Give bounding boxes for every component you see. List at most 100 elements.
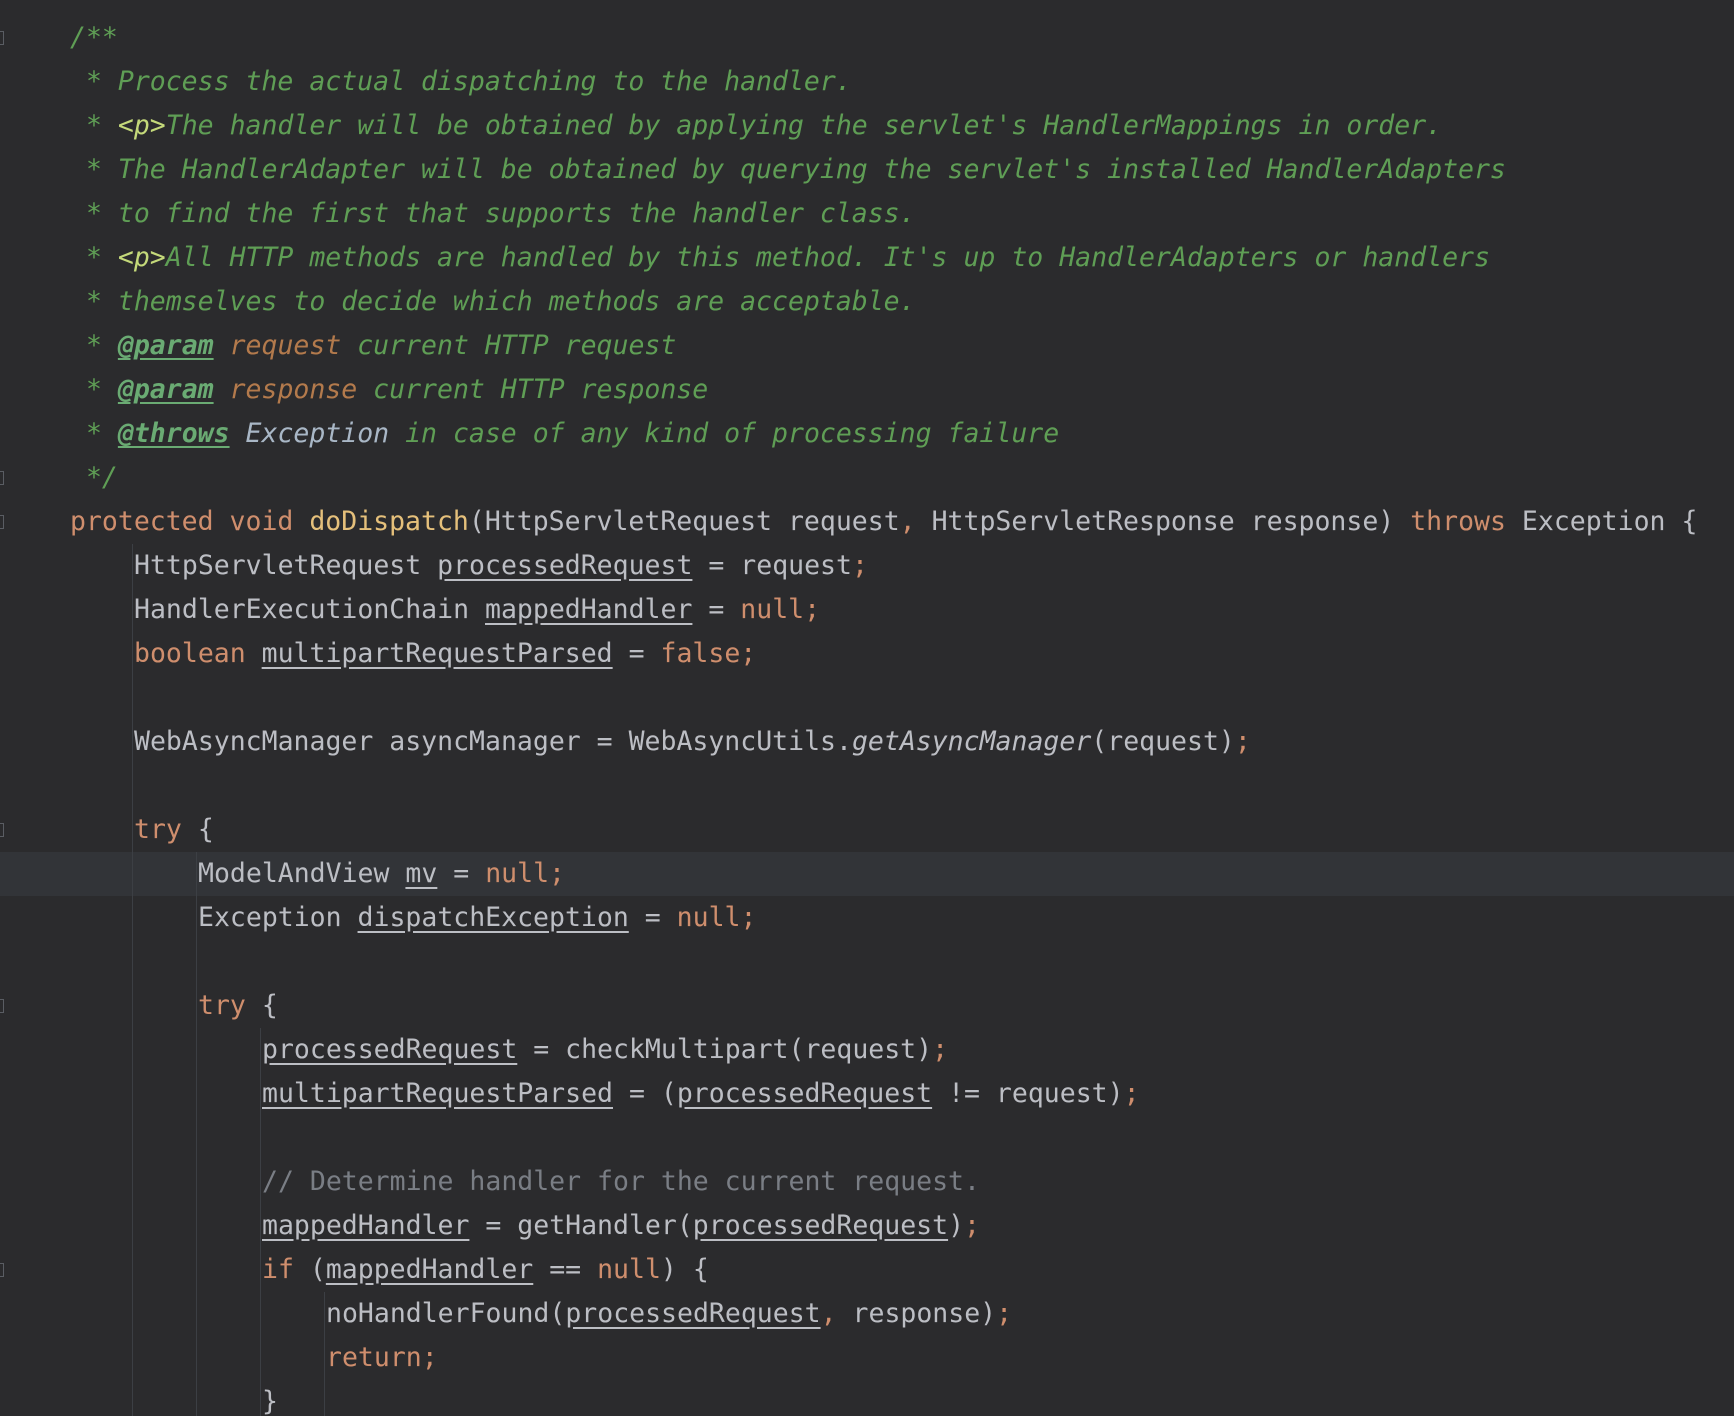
code-token: = checkMultipart(request) — [517, 1034, 933, 1065]
code-token: null — [597, 1254, 661, 1285]
code-line[interactable]: HttpServletRequest processedRequest = re… — [134, 544, 868, 588]
code-token: ModelAndView — [198, 858, 406, 889]
code-token: processedRequest — [565, 1298, 821, 1329]
fold-marker-icon[interactable] — [0, 999, 4, 1013]
code-token: try — [134, 814, 198, 845]
code-token: /** — [70, 22, 118, 53]
fold-marker-icon[interactable] — [0, 471, 4, 485]
code-token: false; — [660, 638, 757, 669]
code-token: @param — [117, 374, 214, 405]
code-token: multipartRequestParsed — [262, 1078, 613, 1109]
code-token: <p> — [117, 110, 166, 141]
code-token: @throws — [117, 418, 230, 449]
code-line[interactable]: * <p>The handler will be obtained by app… — [70, 104, 1442, 148]
code-line[interactable]: * The HandlerAdapter will be obtained by… — [70, 148, 1506, 192]
code-token: Exception — [245, 418, 390, 449]
code-token: doDispatch — [309, 506, 469, 537]
code-line[interactable]: */ — [70, 456, 118, 500]
code-line[interactable]: WebAsyncManager asyncManager = WebAsyncU… — [134, 720, 1251, 764]
code-token: try — [198, 990, 262, 1021]
code-token: (request) — [1091, 726, 1235, 757]
code-token: ; — [996, 1298, 1013, 1329]
code-token: All HTTP methods are handled by this met… — [165, 242, 1490, 273]
code-token: , — [820, 1298, 853, 1329]
code-token: (HttpServletRequest request — [468, 506, 900, 537]
code-token: getAsyncManager — [851, 726, 1092, 757]
code-token: = getHandler( — [469, 1210, 693, 1241]
code-line[interactable]: return; — [326, 1336, 438, 1380]
code-token: WebAsyncManager asyncManager = WebAsyncU… — [134, 726, 852, 757]
code-line[interactable]: * @param request current HTTP request — [70, 324, 676, 368]
code-line[interactable]: processedRequest = checkMultipart(reques… — [262, 1028, 948, 1072]
code-token: null; — [676, 902, 757, 933]
code-token: return; — [326, 1342, 438, 1373]
fold-marker-icon[interactable] — [0, 1263, 4, 1277]
code-line[interactable]: try { — [134, 808, 214, 852]
code-token: mv — [405, 858, 438, 889]
fold-marker-icon[interactable] — [0, 31, 4, 45]
code-line[interactable]: /** — [70, 16, 118, 60]
code-line[interactable]: try { — [198, 984, 278, 1028]
code-token: = — [612, 638, 661, 669]
indent-guide — [196, 852, 197, 1416]
code-line[interactable]: ModelAndView mv = null; — [198, 852, 565, 896]
indent-guide — [132, 544, 133, 1416]
code-token: * — [70, 330, 118, 361]
code-token: response — [229, 374, 358, 405]
code-line[interactable]: * to find the first that supports the ha… — [70, 192, 916, 236]
code-token: ) { — [660, 1254, 709, 1285]
code-line[interactable]: * Process the actual dispatching to the … — [70, 60, 852, 104]
code-token: = — [437, 858, 486, 889]
code-token: != request) — [932, 1078, 1124, 1109]
code-token: current HTTP request — [341, 330, 677, 361]
code-token: processedRequest — [676, 1078, 933, 1109]
fold-marker-icon[interactable] — [0, 515, 4, 529]
code-line[interactable]: } — [262, 1380, 278, 1416]
code-token: { — [197, 814, 214, 845]
code-token: HttpServletRequest — [134, 550, 438, 581]
code-line[interactable]: * @param response current HTTP response — [70, 368, 708, 412]
code-token: processedRequest — [692, 1210, 949, 1241]
code-token: HttpServletResponse response) — [931, 506, 1411, 537]
code-token: null; — [740, 594, 821, 625]
code-token: { — [261, 990, 278, 1021]
indent-guide — [324, 1292, 325, 1416]
code-line[interactable]: * <p>All HTTP methods are handled by thi… — [70, 236, 1490, 280]
code-token: = — [628, 902, 677, 933]
code-line[interactable]: * themselves to decide which methods are… — [70, 280, 916, 324]
code-token: dispatchException — [357, 902, 629, 933]
code-token: ( — [309, 1254, 326, 1285]
code-token: } — [262, 1386, 278, 1416]
code-editor[interactable]: /** * Process the actual dispatching to … — [0, 0, 1734, 1416]
code-token: * themselves to decide which methods are… — [70, 286, 916, 317]
code-token: processedRequest — [437, 550, 693, 581]
code-token: * The HandlerAdapter will be obtained by… — [70, 154, 1506, 185]
code-line[interactable]: noHandlerFound(processedRequest, respons… — [326, 1292, 1012, 1336]
code-line[interactable]: Exception dispatchException = null; — [198, 896, 756, 940]
code-line[interactable]: if (mappedHandler == null) { — [262, 1248, 709, 1292]
code-token: <p> — [117, 242, 166, 273]
code-token: mappedHandler — [485, 594, 693, 625]
code-line[interactable]: // Determine handler for the current req… — [262, 1160, 980, 1204]
code-token: multipartRequestParsed — [261, 638, 613, 669]
code-token: * — [70, 242, 118, 273]
code-line[interactable]: * @throws Exception in case of any kind … — [70, 412, 1059, 456]
code-token: ; — [851, 550, 868, 581]
code-line[interactable]: multipartRequestParsed = (processedReque… — [262, 1072, 1140, 1116]
code-token: throws — [1410, 506, 1522, 537]
fold-gutter — [0, 0, 14, 1416]
code-line[interactable]: HandlerExecutionChain mappedHandler = nu… — [134, 588, 820, 632]
code-token: mappedHandler — [262, 1210, 470, 1241]
code-token: ; — [1234, 726, 1251, 757]
code-line[interactable]: protected void doDispatch(HttpServletReq… — [70, 500, 1697, 544]
code-line[interactable]: boolean multipartRequestParsed = false; — [134, 632, 756, 676]
code-token: = request — [692, 550, 852, 581]
code-token: The handler will be obtained by applying… — [165, 110, 1443, 141]
code-line[interactable]: mappedHandler = getHandler(processedRequ… — [262, 1204, 980, 1248]
fold-marker-icon[interactable] — [0, 823, 4, 837]
code-token: * Process the actual dispatching to the … — [70, 66, 852, 97]
code-token: if — [262, 1254, 310, 1285]
